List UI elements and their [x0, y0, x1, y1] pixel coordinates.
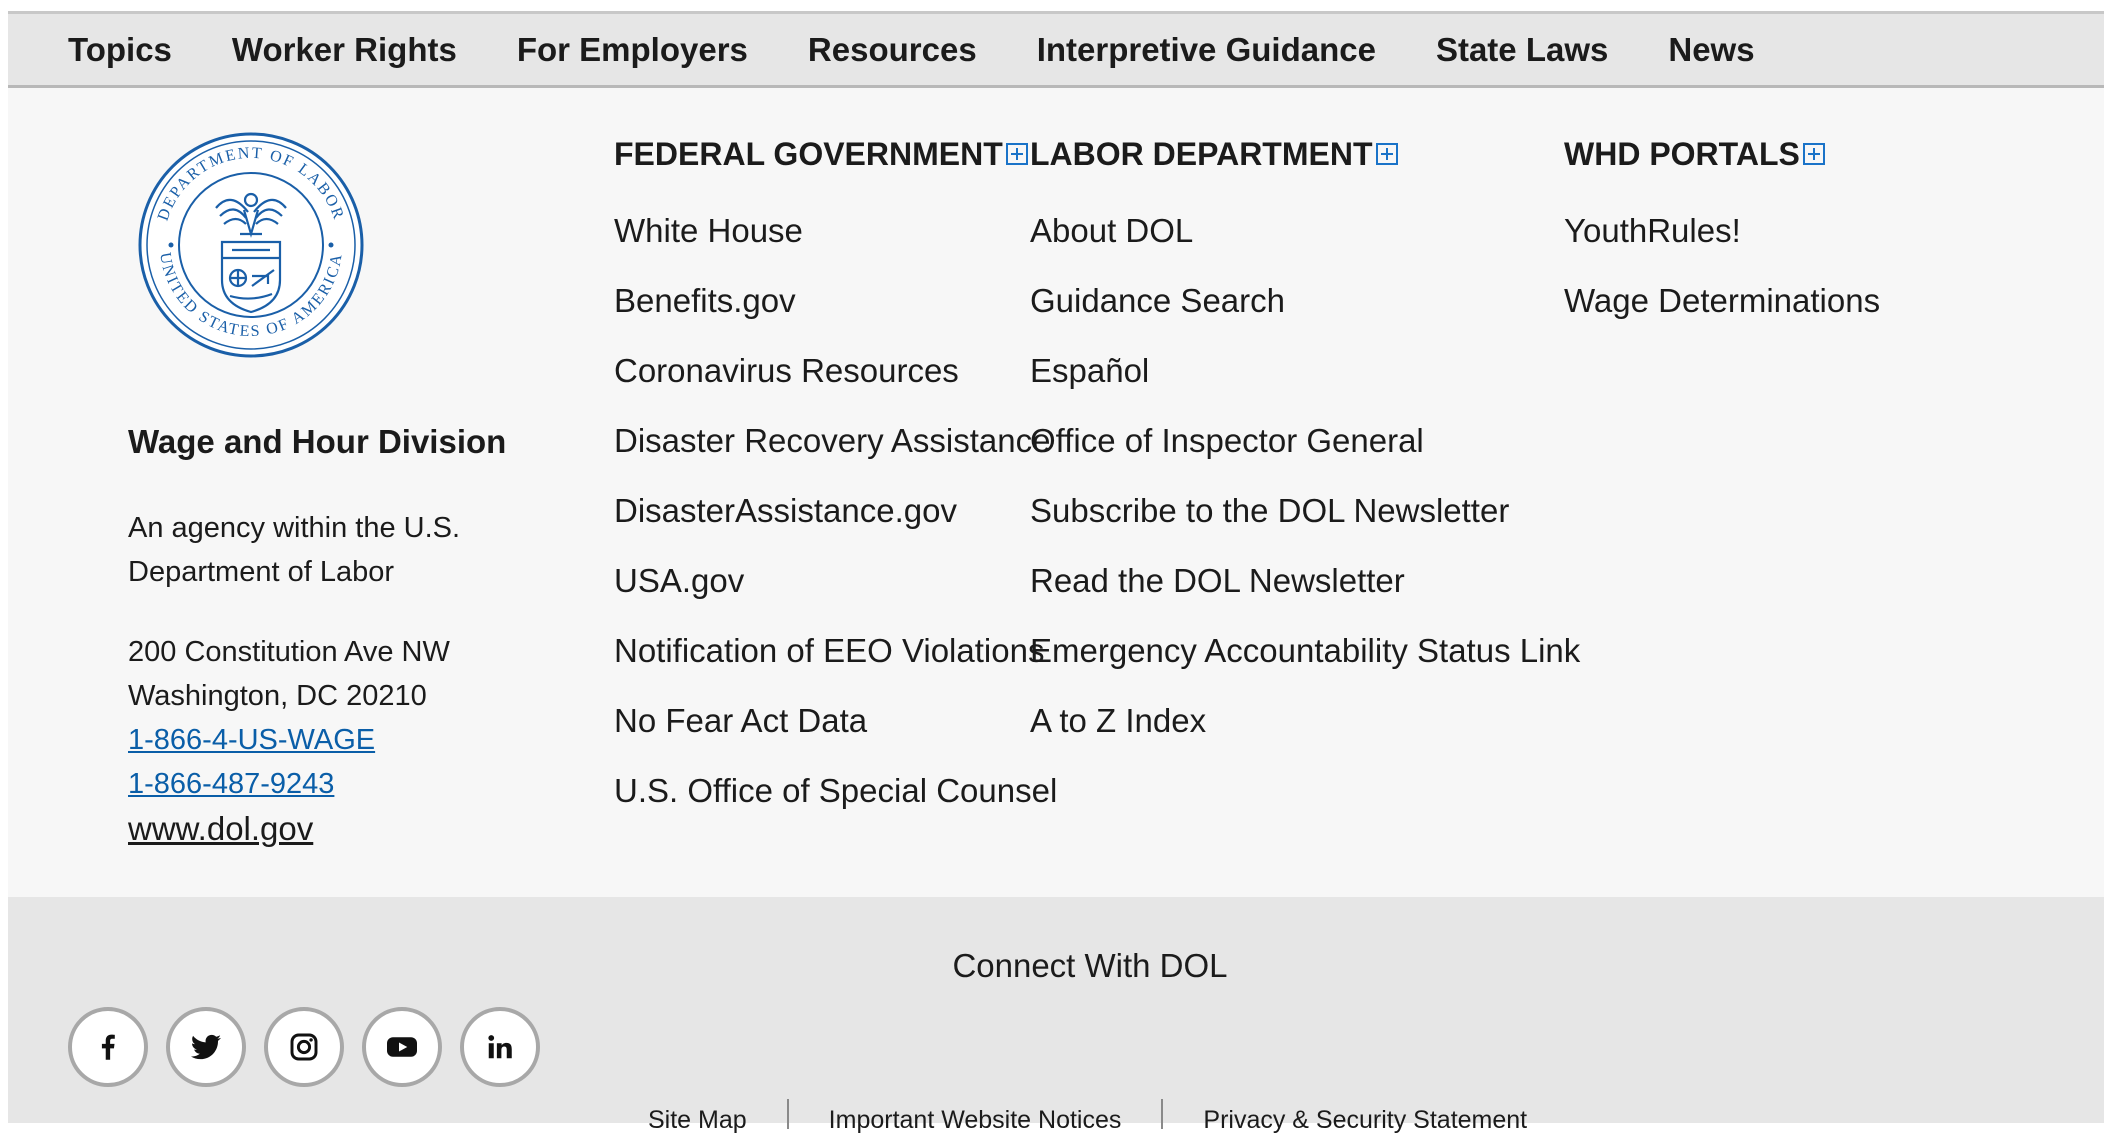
- link-white-house[interactable]: White House: [614, 196, 1057, 266]
- nav-topics[interactable]: Topics: [68, 31, 172, 69]
- twitter-icon: [191, 1034, 221, 1060]
- instagram-button[interactable]: [264, 1007, 344, 1087]
- nav-state-laws[interactable]: State Laws: [1436, 31, 1608, 69]
- dol-seal-logo[interactable]: DEPARTMENT OF LABOR UNITED STATES OF AME…: [136, 130, 366, 360]
- whd-portals-heading[interactable]: WHD PORTALS: [1564, 132, 1880, 176]
- agency-description: An agency within the U.S. Department of …: [128, 512, 461, 588]
- nav-interpretive-guidance[interactable]: Interpretive Guidance: [1037, 31, 1376, 69]
- link-youthrules[interactable]: YouthRules!: [1564, 196, 1880, 266]
- federal-government-heading[interactable]: FEDERAL GOVERNMENT: [614, 132, 1057, 176]
- address-line-1: 200 Constitution Ave NW: [128, 636, 450, 668]
- top-navigation: Topics Worker Rights For Employers Resou…: [8, 11, 2104, 88]
- link-inspector-general[interactable]: Office of Inspector General: [1030, 406, 1580, 476]
- youtube-button[interactable]: [362, 1007, 442, 1087]
- link-wage-determinations[interactable]: Wage Determinations: [1564, 266, 1880, 336]
- connect-section: Connect With DOL Site Map Important Webs…: [8, 897, 2104, 1134]
- phone-link-number[interactable]: 1-866-487-9243: [128, 762, 450, 806]
- website-link[interactable]: www.dol.gov: [128, 810, 313, 848]
- youtube-icon: [387, 1037, 417, 1057]
- labor-department-heading[interactable]: LABOR DEPARTMENT: [1030, 132, 1580, 176]
- link-a-to-z-index[interactable]: A to Z Index: [1030, 686, 1580, 756]
- link-read-newsletter[interactable]: Read the DOL Newsletter: [1030, 546, 1580, 616]
- link-no-fear-act[interactable]: No Fear Act Data: [614, 686, 1057, 756]
- federal-government-column: FEDERAL GOVERNMENT White House Benefits.…: [614, 132, 1057, 826]
- page: Topics Worker Rights For Employers Resou…: [8, 11, 2104, 1134]
- separator: [1161, 1099, 1164, 1129]
- link-eeo-violations[interactable]: Notification of EEO Violations: [614, 616, 1057, 686]
- link-coronavirus-resources[interactable]: Coronavirus Resources: [614, 336, 1057, 406]
- link-about-dol[interactable]: About DOL: [1030, 196, 1580, 266]
- whd-portals-column: WHD PORTALS YouthRules! Wage Determinati…: [1564, 132, 1880, 336]
- labor-department-links: About DOL Guidance Search Español Office…: [1030, 196, 1580, 756]
- social-links: [68, 1007, 558, 1087]
- expand-plus-icon[interactable]: [1005, 143, 1028, 165]
- labor-department-column: LABOR DEPARTMENT About DOL Guidance Sear…: [1030, 132, 1580, 756]
- link-espanol[interactable]: Español: [1030, 336, 1580, 406]
- nav-worker-rights[interactable]: Worker Rights: [232, 31, 457, 69]
- link-guidance-search[interactable]: Guidance Search: [1030, 266, 1580, 336]
- expand-plus-icon[interactable]: [1375, 143, 1398, 165]
- agency-name: Wage and Hour Division: [128, 423, 507, 460]
- separator: [786, 1099, 789, 1129]
- connect-title: Connect With DOL: [952, 947, 1228, 984]
- link-subscribe-newsletter[interactable]: Subscribe to the DOL Newsletter: [1030, 476, 1580, 546]
- twitter-button[interactable]: [166, 1007, 246, 1087]
- link-benefits-gov[interactable]: Benefits.gov: [614, 266, 1057, 336]
- linkedin-icon: [488, 1035, 512, 1059]
- address-line-2: Washington, DC 20210: [128, 680, 427, 712]
- bottom-links: Site Map Important Website Notices Priva…: [648, 1099, 1527, 1134]
- link-office-special-counsel[interactable]: U.S. Office of Special Counsel: [614, 756, 1057, 826]
- link-emergency-accountability[interactable]: Emergency Accountability Status Link: [1030, 616, 1580, 686]
- facebook-icon: [101, 1034, 115, 1060]
- federal-government-links: White House Benefits.gov Coronavirus Res…: [614, 196, 1057, 826]
- site-map-link[interactable]: Site Map: [648, 1105, 747, 1135]
- website-notices-link[interactable]: Important Website Notices: [829, 1105, 1122, 1135]
- federal-government-title: FEDERAL GOVERNMENT: [614, 135, 1003, 172]
- linkedin-button[interactable]: [460, 1007, 540, 1087]
- nav-news[interactable]: News: [1668, 31, 1754, 69]
- footer-main: DEPARTMENT OF LABOR UNITED STATES OF AME…: [8, 88, 2104, 897]
- link-disasterassistance-gov[interactable]: DisasterAssistance.gov: [614, 476, 1057, 546]
- instagram-icon: [290, 1033, 318, 1061]
- whd-portals-title: WHD PORTALS: [1564, 135, 1800, 172]
- agency-address: 200 Constitution Ave NW Washington, DC 2…: [128, 630, 450, 806]
- labor-department-title: LABOR DEPARTMENT: [1030, 135, 1373, 172]
- link-disaster-recovery-assistance[interactable]: Disaster Recovery Assistance: [614, 406, 1057, 476]
- nav-for-employers[interactable]: For Employers: [517, 31, 748, 69]
- nav-resources[interactable]: Resources: [808, 31, 977, 69]
- facebook-button[interactable]: [68, 1007, 148, 1087]
- expand-plus-icon[interactable]: [1802, 143, 1825, 165]
- whd-portals-links: YouthRules! Wage Determinations: [1564, 196, 1880, 336]
- privacy-security-link[interactable]: Privacy & Security Statement: [1203, 1105, 1527, 1135]
- link-usa-gov[interactable]: USA.gov: [614, 546, 1057, 616]
- phone-link-us-wage[interactable]: 1-866-4-US-WAGE: [128, 718, 450, 762]
